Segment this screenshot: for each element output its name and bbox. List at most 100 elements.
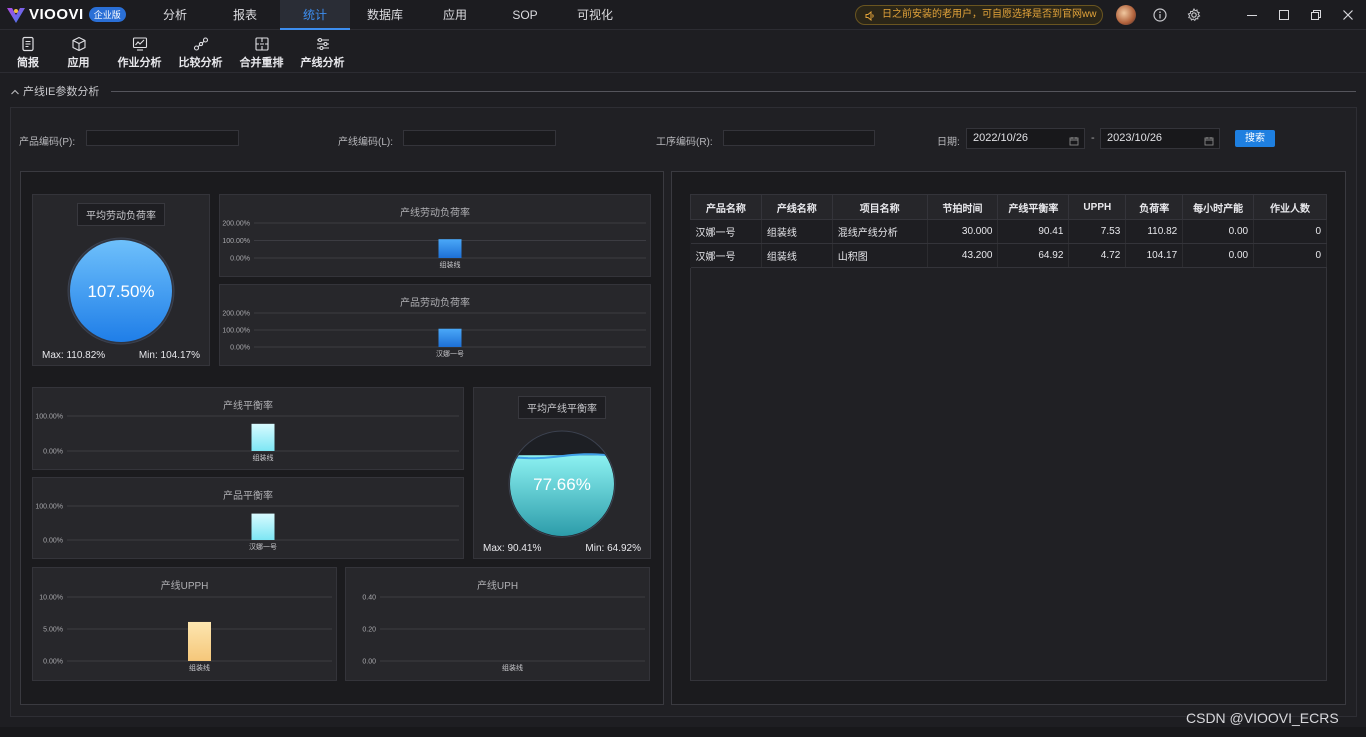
cell: 7.53 bbox=[1068, 219, 1127, 244]
tool-apps[interactable]: 应用 bbox=[48, 31, 109, 72]
table-header-row: 产品名称 产线名称 项目名称 节拍时间 产线平衡率 UPPH 负荷率 每小时产能… bbox=[690, 194, 1327, 220]
cell: 90.41 bbox=[997, 219, 1070, 244]
toolbar: 简报 应用 作业分析 比较分析 合并重排 产线分析 bbox=[0, 31, 1366, 73]
edition-badge: 企业版 bbox=[88, 7, 126, 22]
th-product-name[interactable]: 产品名称 bbox=[690, 194, 762, 220]
y-tick-label: 200.00% bbox=[222, 221, 250, 228]
tool-apps-label: 应用 bbox=[67, 56, 90, 69]
data-table: 产品名称 产线名称 项目名称 节拍时间 产线平衡率 UPPH 负荷率 每小时产能… bbox=[690, 194, 1327, 268]
restore-icon[interactable] bbox=[1306, 5, 1326, 25]
date-from-value: 2022/10/26 bbox=[973, 132, 1029, 144]
tool-compare-analysis[interactable]: 比较分析 bbox=[170, 31, 231, 72]
speaker-icon bbox=[865, 10, 875, 22]
tool-brief-label: 简报 bbox=[17, 56, 39, 69]
process-code-input[interactable] bbox=[723, 130, 875, 146]
section-title: 产线IE参数分析 bbox=[23, 86, 100, 98]
th-operators[interactable]: 作业人数 bbox=[1253, 194, 1327, 220]
bar bbox=[251, 513, 275, 540]
gauge-balance-svg: 77.66% bbox=[508, 430, 616, 538]
notice-text: 日之前安装的老用户，可自愿选择是否到官网ww bbox=[882, 9, 1097, 20]
cell: 组装线 bbox=[761, 219, 833, 244]
chart-line-uph: 产线UPH 0.40 0.20 0.00 组装线 bbox=[345, 567, 650, 681]
line-code-input[interactable] bbox=[403, 130, 556, 146]
chart-product-load: 产品劳动负荷率 200.00% 100.00% 0.00% 汉娜一号 bbox=[219, 284, 651, 366]
tab-database[interactable]: 数据库 bbox=[350, 0, 420, 30]
cell: 汉娜一号 bbox=[690, 219, 762, 244]
th-project-name[interactable]: 项目名称 bbox=[831, 194, 928, 220]
y-tick-label: 0.00% bbox=[230, 345, 250, 352]
grid-merge-icon bbox=[254, 36, 269, 51]
tool-line-analysis[interactable]: 产线分析 bbox=[292, 31, 353, 72]
logo-mark-icon bbox=[6, 6, 26, 24]
search-button[interactable]: 搜索 bbox=[1235, 130, 1275, 147]
tab-reports[interactable]: 报表 bbox=[210, 0, 280, 30]
gauge-load-svg: 107.50% bbox=[67, 237, 175, 345]
info-icon[interactable] bbox=[1150, 5, 1170, 25]
x-category-label: 组装线 bbox=[189, 663, 210, 672]
th-line-balance[interactable]: 产线平衡率 bbox=[997, 194, 1070, 220]
tool-merge-reorder-label: 合并重排 bbox=[239, 56, 284, 69]
nodes-icon bbox=[193, 36, 208, 51]
tool-brief[interactable]: 简报 bbox=[8, 31, 48, 72]
tab-apps[interactable]: 应用 bbox=[420, 0, 490, 30]
date-from-input[interactable]: 2022/10/26 bbox=[966, 128, 1085, 149]
gear-icon[interactable] bbox=[1184, 5, 1204, 25]
calendar-icon[interactable] bbox=[1069, 134, 1079, 146]
tab-sop[interactable]: SOP bbox=[490, 0, 560, 30]
table-row[interactable]: 汉娜一号 组装线 混线产线分析 30.000 90.41 7.53 110.82… bbox=[690, 219, 1327, 244]
th-takt-time[interactable]: 节拍时间 bbox=[926, 194, 999, 220]
tab-analysis[interactable]: 分析 bbox=[140, 0, 210, 30]
y-tick-label: 0.00% bbox=[43, 538, 63, 545]
table-row[interactable]: 汉娜一号 组装线 山积图 43.200 64.92 4.72 104.17 0.… bbox=[690, 243, 1327, 268]
tab-visualization[interactable]: 可视化 bbox=[560, 0, 630, 30]
section-header[interactable]: 产线IE参数分析 bbox=[10, 84, 1356, 98]
tool-compare-analysis-label: 比较分析 bbox=[178, 56, 223, 69]
product-code-label: 产品编码(P): bbox=[19, 137, 76, 148]
gauge-minmax: Max: 90.41% Min: 64.92% bbox=[483, 543, 641, 554]
y-tick-label: 0.00% bbox=[43, 659, 63, 666]
y-tick-label: 200.00% bbox=[222, 311, 250, 318]
cell: 混线产线分析 bbox=[832, 219, 928, 244]
chart-svg: 100.00% 0.00% 汉娜一号 bbox=[35, 504, 459, 551]
x-category-label: 汉娜一号 bbox=[249, 542, 277, 551]
date-to-input[interactable]: 2023/10/26 bbox=[1100, 128, 1220, 149]
y-tick-label: 5.00% bbox=[43, 627, 63, 634]
app-logo[interactable]: VIOOVI 企业版 bbox=[0, 6, 140, 24]
product-code-input[interactable] bbox=[86, 130, 239, 146]
th-load-rate[interactable]: 负荷率 bbox=[1125, 194, 1184, 220]
user-avatar[interactable] bbox=[1116, 5, 1136, 25]
th-hourly-capacity[interactable]: 每小时产能 bbox=[1182, 194, 1255, 220]
calendar-icon[interactable] bbox=[1204, 134, 1214, 146]
cell: 0 bbox=[1253, 243, 1327, 268]
taskbar-strip bbox=[0, 727, 1366, 737]
th-upph[interactable]: UPPH bbox=[1068, 194, 1127, 220]
bar bbox=[438, 328, 462, 347]
cell: 104.17 bbox=[1125, 243, 1184, 268]
th-line-name[interactable]: 产线名称 bbox=[760, 194, 833, 220]
cell: 0 bbox=[1253, 219, 1327, 244]
cell: 组装线 bbox=[761, 243, 833, 268]
cell: 0.00 bbox=[1182, 219, 1255, 244]
gauge-value: 77.66% bbox=[533, 475, 591, 494]
logo-text: VIOOVI bbox=[29, 6, 84, 23]
y-tick-label: 100.00% bbox=[35, 504, 63, 511]
section-divider bbox=[111, 90, 1356, 92]
tool-merge-reorder[interactable]: 合并重排 bbox=[231, 31, 292, 72]
chart-svg: 0.40 0.20 0.00 组装线 bbox=[362, 595, 645, 672]
cell: 汉娜一号 bbox=[690, 243, 762, 268]
tool-job-analysis[interactable]: 作业分析 bbox=[109, 31, 170, 72]
notice-banner[interactable]: 日之前安装的老用户，可自愿选择是否到官网ww bbox=[855, 5, 1103, 25]
gauge-value: 107.50% bbox=[87, 282, 154, 301]
tool-line-analysis-label: 产线分析 bbox=[300, 56, 345, 69]
close-icon[interactable] bbox=[1338, 5, 1358, 25]
chart-svg: 200.00% 100.00% 0.00% 组装线 bbox=[222, 221, 646, 269]
maximize-icon[interactable] bbox=[1274, 5, 1294, 25]
bar bbox=[438, 239, 462, 258]
tab-statistics[interactable]: 统计 bbox=[280, 0, 350, 30]
cell: 山积图 bbox=[832, 243, 928, 268]
x-category-label: 汉娜一号 bbox=[436, 349, 464, 358]
chevron-up-icon[interactable] bbox=[10, 86, 20, 96]
minimize-icon[interactable] bbox=[1242, 5, 1262, 25]
gauge-max: Max: 110.82% bbox=[42, 350, 106, 361]
y-tick-label: 0.20 bbox=[362, 627, 376, 634]
